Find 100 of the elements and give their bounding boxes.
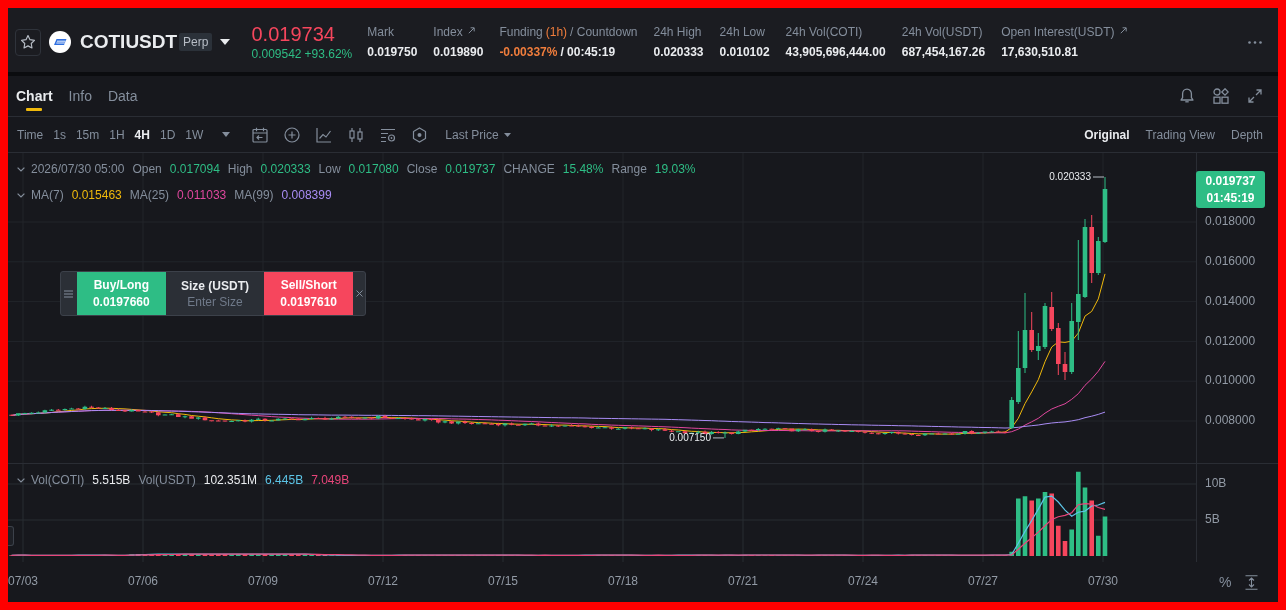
ohlc-value: 0.017080 xyxy=(348,161,399,177)
stat-label: 24h Vol(COTI) xyxy=(785,24,863,40)
coin-logo-icon xyxy=(49,31,71,53)
funding-interval: (1h) xyxy=(545,24,568,40)
external-link-icon[interactable] xyxy=(1119,26,1127,34)
date-axis-label: 07/06 xyxy=(128,574,158,589)
ma-value: 0.011033 xyxy=(177,187,227,203)
volume-axis-label: 10B xyxy=(1205,476,1227,491)
external-link-icon[interactable] xyxy=(467,26,475,34)
countdown-value: / 00:45:19 xyxy=(560,44,616,60)
ohlc-value: 0.017094 xyxy=(169,161,220,177)
hexagon-icon[interactable] xyxy=(412,126,428,143)
current-price: 0.019737 xyxy=(1205,173,1256,189)
price-change: 0.009542 xyxy=(251,46,302,62)
price-axis-label: 0.010000 xyxy=(1205,373,1256,388)
size-input[interactable]: Enter Size xyxy=(175,294,255,309)
close-icon[interactable] xyxy=(355,290,363,297)
tab[interactable]: Chart xyxy=(16,76,53,116)
date-axis-label: 07/03 xyxy=(8,574,38,589)
low-price-marker: 0.007150 xyxy=(669,431,711,443)
add-indicator-icon[interactable] xyxy=(284,126,301,143)
volume-label: Vol(COTI) xyxy=(31,472,85,488)
favorite-button[interactable] xyxy=(15,28,41,56)
stat-value: 43,905,696,444.00 xyxy=(785,44,886,60)
ohlc-label: CHANGE xyxy=(503,161,555,177)
chevron-down-icon[interactable] xyxy=(17,477,25,483)
view-option[interactable]: Original xyxy=(1084,127,1130,142)
stat-label: 24h Low xyxy=(719,24,765,40)
ohlc-value: 15.48% xyxy=(562,161,604,177)
stat-label: Mark xyxy=(367,24,394,40)
stat-label: Index xyxy=(433,24,463,40)
funding-rate: -0.00337% xyxy=(499,44,558,60)
price-axis-label: 0.008000 xyxy=(1205,413,1256,428)
stat-label: 24h Vol(USDT) xyxy=(901,24,983,40)
view-option[interactable]: Depth xyxy=(1230,127,1263,142)
ohlc-label: Close xyxy=(406,161,438,177)
stat-label: / Countdown xyxy=(570,24,638,40)
calendar-icon[interactable] xyxy=(252,126,269,143)
tab[interactable]: Data xyxy=(107,76,138,116)
volume-axis-label: 5B xyxy=(1205,512,1220,527)
date-axis-label: 07/27 xyxy=(968,574,998,589)
contract-badge: Perp xyxy=(179,33,213,51)
auto-scale-icon[interactable] xyxy=(1245,574,1259,590)
view-option[interactable]: Trading View xyxy=(1145,127,1215,142)
chevron-down-icon[interactable] xyxy=(17,192,25,198)
price-axis-label: 0.016000 xyxy=(1205,253,1256,268)
line-chart-icon[interactable] xyxy=(316,126,333,143)
layout-icon[interactable] xyxy=(1213,88,1229,104)
more-icon[interactable] xyxy=(1248,40,1262,44)
price-change-percent: +93.62% xyxy=(304,46,353,62)
stat-value: 0.020333 xyxy=(653,44,704,60)
price-axis-label: 0.018000 xyxy=(1205,214,1256,229)
date-axis-label: 07/21 xyxy=(728,574,758,589)
percent-scale-toggle[interactable]: % xyxy=(1219,574,1232,590)
candle-countdown: 01:45:19 xyxy=(1206,190,1255,206)
fullscreen-icon[interactable] xyxy=(1248,89,1262,103)
price-source-dropdown[interactable]: Last Price xyxy=(445,127,499,142)
stat-label: Open Interest(USDT) xyxy=(1001,24,1115,40)
star-icon xyxy=(21,35,35,49)
volume-average-value: 6.445B xyxy=(265,472,304,488)
price-axis-label: 0.012000 xyxy=(1205,333,1256,348)
interval-option[interactable]: 1H xyxy=(109,127,125,142)
bell-icon[interactable] xyxy=(1180,88,1194,104)
tab[interactable]: Info xyxy=(68,76,92,116)
candlestick-icon[interactable] xyxy=(348,126,365,143)
interval-option[interactable]: 1D xyxy=(159,127,176,142)
size-label: Size (USDT) xyxy=(181,278,249,293)
drag-handle-icon[interactable] xyxy=(64,289,74,298)
stat-value: 0.019890 xyxy=(433,44,484,60)
high-price-marker: 0.020333 xyxy=(1049,170,1091,182)
ohlc-label: High xyxy=(227,161,253,177)
interval-option[interactable]: 4H xyxy=(134,127,150,142)
chart-settings-icon[interactable] xyxy=(380,126,397,143)
stat-value: 687,454,167.26 xyxy=(901,44,986,60)
interval-option[interactable]: 1W xyxy=(185,127,204,142)
volume-value: 5.515B xyxy=(92,472,131,488)
pane-handle[interactable] xyxy=(8,526,14,546)
date-axis-label: 07/30 xyxy=(1088,574,1118,589)
interval-option[interactable]: 15m xyxy=(75,127,100,142)
volume-label: Vol(USDT) xyxy=(138,472,196,488)
chevron-down-icon[interactable] xyxy=(17,166,25,172)
leader-line xyxy=(712,437,725,439)
stat-value: 17,630,510.81 xyxy=(1001,44,1078,60)
interval-option[interactable]: 1s xyxy=(53,127,66,142)
volume-value: 102.351M xyxy=(203,472,258,488)
ohlc-value: 0.020333 xyxy=(260,161,311,177)
volume-average-value: 7.049B xyxy=(311,472,350,488)
stat-value: 0.010102 xyxy=(719,44,770,60)
stat-label: 24h High xyxy=(653,24,702,40)
ma-value: 0.015463 xyxy=(71,187,122,203)
price-axis-label: 0.014000 xyxy=(1205,293,1256,308)
ohlc-label: Range xyxy=(611,161,647,177)
last-price: 0.019734 xyxy=(251,22,336,46)
ohlc-label: Low xyxy=(318,161,341,177)
stat-label: Funding xyxy=(499,24,543,40)
stat-value: 0.019750 xyxy=(367,44,418,60)
ohlc-value: 19.03% xyxy=(654,161,696,177)
sell-short-button[interactable]: Sell/Short 0.0197610 xyxy=(264,272,354,315)
date-axis-label: 07/18 xyxy=(608,574,638,589)
caret-icon[interactable] xyxy=(220,39,231,45)
